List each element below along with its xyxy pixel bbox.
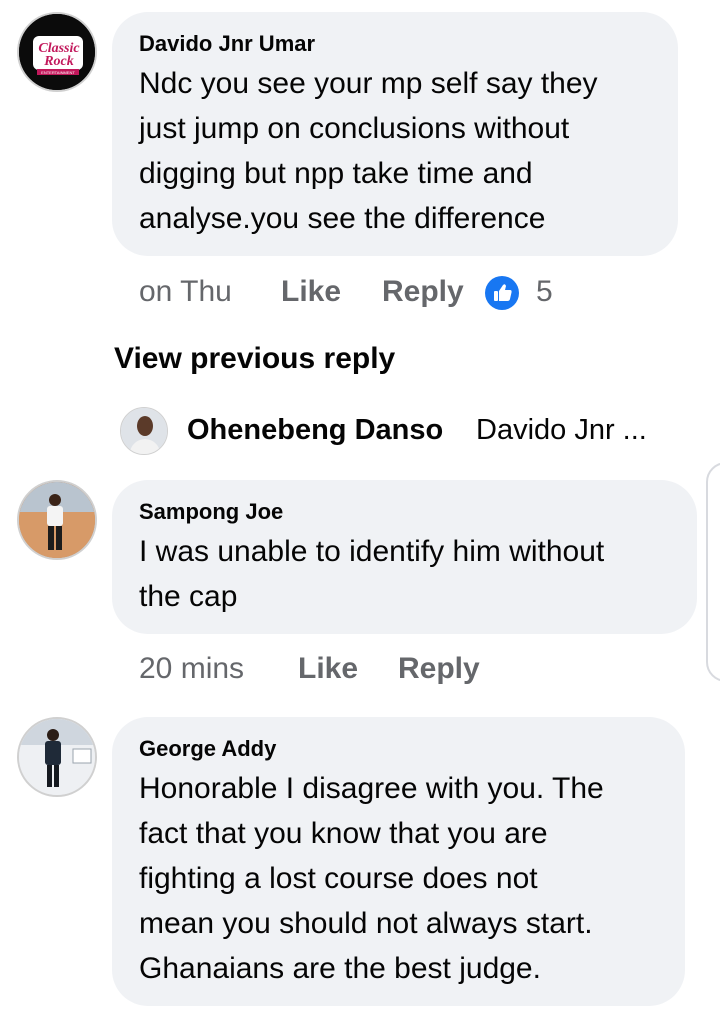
comment-text-line: fighting a lost course does not: [139, 862, 538, 895]
comment-text-line: Ghanaians are the best judge.: [139, 952, 541, 985]
avatar[interactable]: [120, 407, 168, 455]
comment-text-line: mean you should not always start.: [139, 907, 593, 940]
person-icon: [121, 408, 167, 454]
comment-timestamp[interactable]: on Thu: [139, 274, 232, 310]
comment-text-line: the cap: [139, 580, 238, 613]
like-button[interactable]: Like: [281, 274, 341, 310]
comment-author[interactable]: George Addy: [139, 736, 276, 762]
thumbs-up-icon: [494, 284, 512, 301]
floating-panel-edge: [706, 462, 720, 682]
avatar[interactable]: [17, 480, 97, 560]
like-button[interactable]: Like: [298, 651, 358, 687]
comment-text-line: just jump on conclusions without: [139, 112, 570, 145]
person-photo-icon: [19, 719, 95, 795]
classic-rock-logo-icon: Classic Rock ENTERTAINMENT: [19, 14, 95, 90]
avatar[interactable]: [17, 717, 97, 797]
comment-text-line: I was unable to identify him without: [139, 535, 605, 568]
comment-author[interactable]: Davido Jnr Umar: [139, 31, 315, 57]
reply-author[interactable]: Ohenebeng Danso: [187, 414, 443, 447]
comment-timestamp[interactable]: 20 mins: [139, 651, 244, 687]
comment-text-line: Honorable I disagree with you. The: [139, 772, 604, 805]
person-photo-icon: [19, 482, 95, 558]
view-previous-reply-link[interactable]: View previous reply: [114, 342, 395, 376]
reply-preview-text[interactable]: Davido Jnr ...: [476, 414, 647, 447]
logo-text-entertainment: ENTERTAINMENT: [41, 70, 75, 75]
thumbs-up-reaction-icon[interactable]: [485, 276, 519, 310]
comment-author[interactable]: Sampong Joe: [139, 499, 283, 525]
reaction-count[interactable]: 5: [536, 274, 553, 310]
next-meta-row-fragment: [139, 1022, 439, 1030]
reply-button[interactable]: Reply: [382, 274, 464, 310]
reply-button[interactable]: Reply: [398, 651, 480, 687]
comment-text-line: fact that you know that you are: [139, 817, 548, 850]
avatar[interactable]: Classic Rock ENTERTAINMENT: [17, 12, 97, 92]
comment-text-line: analyse.you see the difference: [139, 202, 546, 235]
logo-text-rock: Rock: [43, 54, 74, 69]
comment-text-line: digging but npp take time and: [139, 157, 533, 190]
comment-text-line: Ndc you see your mp self say they: [139, 67, 598, 100]
